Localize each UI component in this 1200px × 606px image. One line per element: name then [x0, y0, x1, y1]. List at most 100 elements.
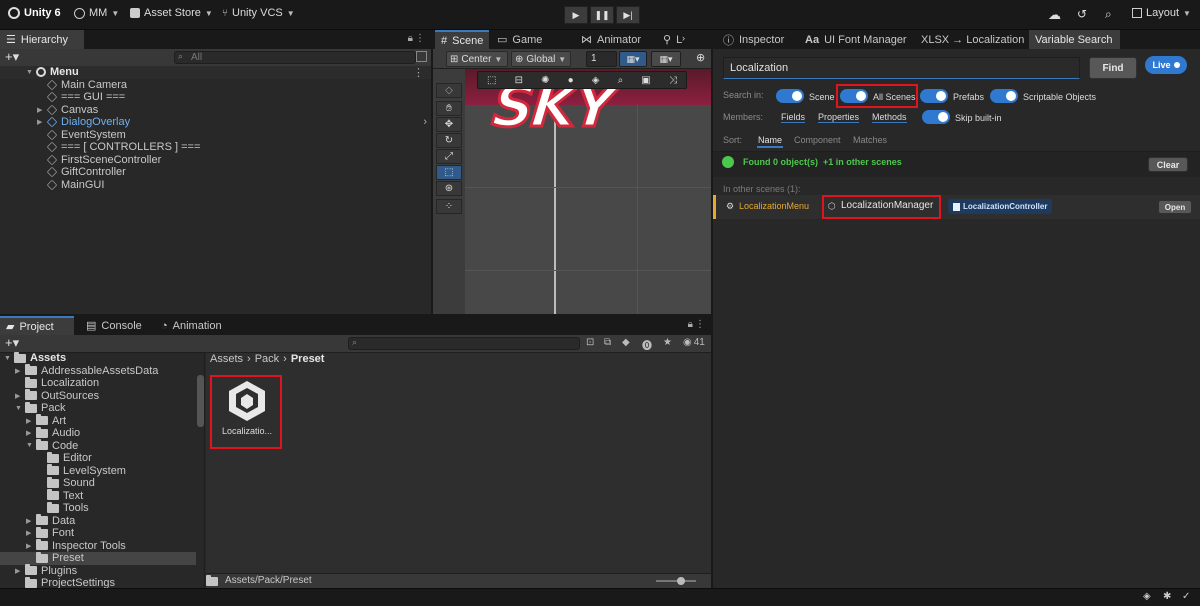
- chevron-right-icon[interactable]: ›: [423, 116, 427, 128]
- layout-dropdown[interactable]: Layout ▼: [1132, 7, 1191, 19]
- view-tool[interactable]: ◇: [436, 83, 462, 98]
- result-scene[interactable]: LocalizationMenu: [739, 201, 809, 211]
- breadcrumb-assets[interactable]: Assets: [210, 353, 243, 365]
- open-button[interactable]: Open: [1158, 200, 1192, 214]
- project-search-input[interactable]: [348, 337, 580, 350]
- members-methods[interactable]: Methods: [872, 112, 907, 123]
- sphere-icon[interactable]: ●: [568, 75, 574, 86]
- more-icon[interactable]: ⋮: [695, 319, 705, 330]
- folder-tree-item[interactable]: ▼ Code: [0, 439, 196, 453]
- scene-toggle[interactable]: [776, 89, 804, 103]
- lock-icon[interactable]: 🔒︎: [408, 33, 413, 44]
- chevron-right-icon[interactable]: ›: [682, 33, 685, 43]
- folder-tree-item[interactable]: ▼ Pack: [0, 401, 196, 415]
- folder-tree-item[interactable]: ▶ Data: [0, 514, 196, 528]
- skip-builtin-toggle[interactable]: [922, 110, 950, 124]
- folder-tree-item[interactable]: Sound: [0, 476, 196, 490]
- hierarchy-item[interactable]: GiftController: [0, 166, 431, 179]
- search-button[interactable]: ⌕: [1105, 7, 1112, 22]
- tab-console[interactable]: ▤ Console: [80, 316, 148, 335]
- scriptable-objects-toggle[interactable]: [990, 89, 1018, 103]
- folder-tree-item[interactable]: Tools: [0, 501, 196, 515]
- rect-tool[interactable]: ⬚: [436, 165, 462, 180]
- custom-tool[interactable]: ⁘: [436, 199, 462, 214]
- zoom-icon[interactable]: ⌕: [618, 75, 624, 86]
- filter-icon[interactable]: [416, 51, 427, 62]
- breadcrumb-pack[interactable]: Pack: [255, 353, 279, 365]
- pause-button[interactable]: ❚❚: [590, 6, 614, 24]
- tab-project[interactable]: ▰ Project: [0, 316, 74, 335]
- transform-tool[interactable]: ⊛: [436, 181, 462, 196]
- history-button[interactable]: ↺: [1077, 7, 1087, 21]
- hierarchy-item[interactable]: FirstSceneController: [0, 154, 431, 167]
- result-component-badge[interactable]: LocalizationController: [948, 199, 1053, 214]
- hierarchy-search-input[interactable]: All: [174, 51, 416, 64]
- unity-menu[interactable]: Unity 6: [8, 7, 61, 19]
- rect-tool-icon[interactable]: ⬚: [487, 75, 496, 86]
- folder-tree-item[interactable]: ▶ Art: [0, 414, 196, 428]
- zoom-slider-thumb[interactable]: [677, 577, 685, 585]
- folder-tree-item[interactable]: ▶ Plugins: [0, 564, 196, 578]
- sort-component[interactable]: Component: [794, 135, 841, 145]
- cloud-button[interactable]: ☁: [1048, 7, 1061, 23]
- pivot-dropdown[interactable]: ⊞ Center ▼: [446, 51, 508, 67]
- chevron-right-icon[interactable]: ▶: [15, 367, 25, 375]
- folder-tree-item[interactable]: Text: [0, 489, 196, 503]
- space-dropdown[interactable]: ⊕ Global ▼: [511, 51, 571, 67]
- more-icon[interactable]: ⋮: [415, 33, 425, 44]
- camera-icon[interactable]: ▣: [641, 75, 650, 86]
- warning-icon[interactable]: ⓿: [642, 337, 652, 352]
- members-fields[interactable]: Fields: [781, 112, 806, 123]
- tab-ui-font-manager[interactable]: Aa UI Font Manager: [799, 30, 913, 49]
- chevron-right-icon[interactable]: ▶: [26, 429, 36, 437]
- folder-tree-item[interactable]: ▶ OutSources: [0, 389, 196, 403]
- scene-more-icon[interactable]: ⋮: [413, 66, 424, 79]
- chevron-down-icon[interactable]: ▼: [15, 405, 25, 412]
- lock-icon[interactable]: 🔒︎: [688, 319, 693, 330]
- folder-tree-item[interactable]: ▶ Font: [0, 526, 196, 540]
- chevron-right-icon[interactable]: ▶: [26, 529, 36, 537]
- scene-overflow-icon[interactable]: ⊕: [696, 51, 705, 64]
- folder-tree-item[interactable]: Editor: [0, 451, 196, 465]
- play-button[interactable]: ▶: [564, 6, 588, 24]
- tab-scene[interactable]: # Scene: [435, 30, 489, 49]
- hand-tool[interactable]: ✋︎: [436, 101, 462, 116]
- move-tool[interactable]: ✥: [436, 117, 462, 132]
- chevron-right-icon[interactable]: ▶: [26, 517, 36, 525]
- clear-button[interactable]: Clear: [1148, 157, 1188, 172]
- tab-hierarchy[interactable]: ☰ Hierarchy: [0, 30, 84, 49]
- label-icon[interactable]: ◆: [622, 337, 630, 348]
- tab-inspector[interactable]: ⓘ Inspector: [717, 30, 790, 49]
- rotate-tool[interactable]: ↻: [436, 133, 462, 148]
- scene-row[interactable]: ▼ Menu ⋮: [0, 66, 431, 79]
- tab-xlsx-localization[interactable]: XLSX → Localization: [915, 30, 1030, 49]
- tab-animation[interactable]: ◔ Animation: [155, 316, 228, 335]
- scale-tool[interactable]: ⤢: [436, 149, 462, 164]
- chevron-right-icon[interactable]: ▶: [15, 392, 25, 400]
- sort-matches[interactable]: Matches: [853, 135, 887, 145]
- snap-toggle[interactable]: ▦▾: [619, 51, 647, 67]
- result-row[interactable]: ⚙︎ LocalizationMenu ⬡ LocalizationManage…: [713, 195, 1200, 219]
- breadcrumb-preset[interactable]: Preset: [291, 353, 325, 365]
- chevron-right-icon[interactable]: ▶: [26, 542, 36, 550]
- folder-tree-item[interactable]: LevelSystem: [0, 464, 196, 478]
- star-icon[interactable]: ★: [663, 337, 672, 348]
- hierarchy-item[interactable]: ▶ Canvas: [0, 104, 431, 117]
- search-by-type-icon[interactable]: ⊡: [586, 337, 594, 348]
- members-properties[interactable]: Properties: [818, 112, 860, 123]
- chevron-right-icon[interactable]: ▶: [37, 118, 47, 126]
- folder-tree-item[interactable]: Localization: [0, 376, 196, 390]
- hierarchy-item[interactable]: Main Camera: [0, 79, 431, 92]
- folder-tree-item[interactable]: Preset: [0, 551, 196, 565]
- prefabs-toggle[interactable]: [920, 89, 948, 103]
- hidden-count[interactable]: ◉ 41: [683, 337, 705, 348]
- folder-tree-item[interactable]: ▶ AddressableAssetsData: [0, 364, 196, 378]
- chevron-right-icon[interactable]: ▶: [37, 106, 47, 114]
- sort-name[interactable]: Name: [757, 135, 784, 148]
- layers-icon[interactable]: ◈: [1143, 591, 1151, 602]
- tree-root[interactable]: ▼ Assets: [0, 351, 204, 365]
- layers-icon[interactable]: ◈: [592, 75, 600, 86]
- hierarchy-item[interactable]: === [ CONTROLLERS ] ===: [0, 141, 431, 154]
- chevron-right-icon[interactable]: ▶: [26, 417, 36, 425]
- account-dropdown[interactable]: MM ▼: [74, 7, 119, 19]
